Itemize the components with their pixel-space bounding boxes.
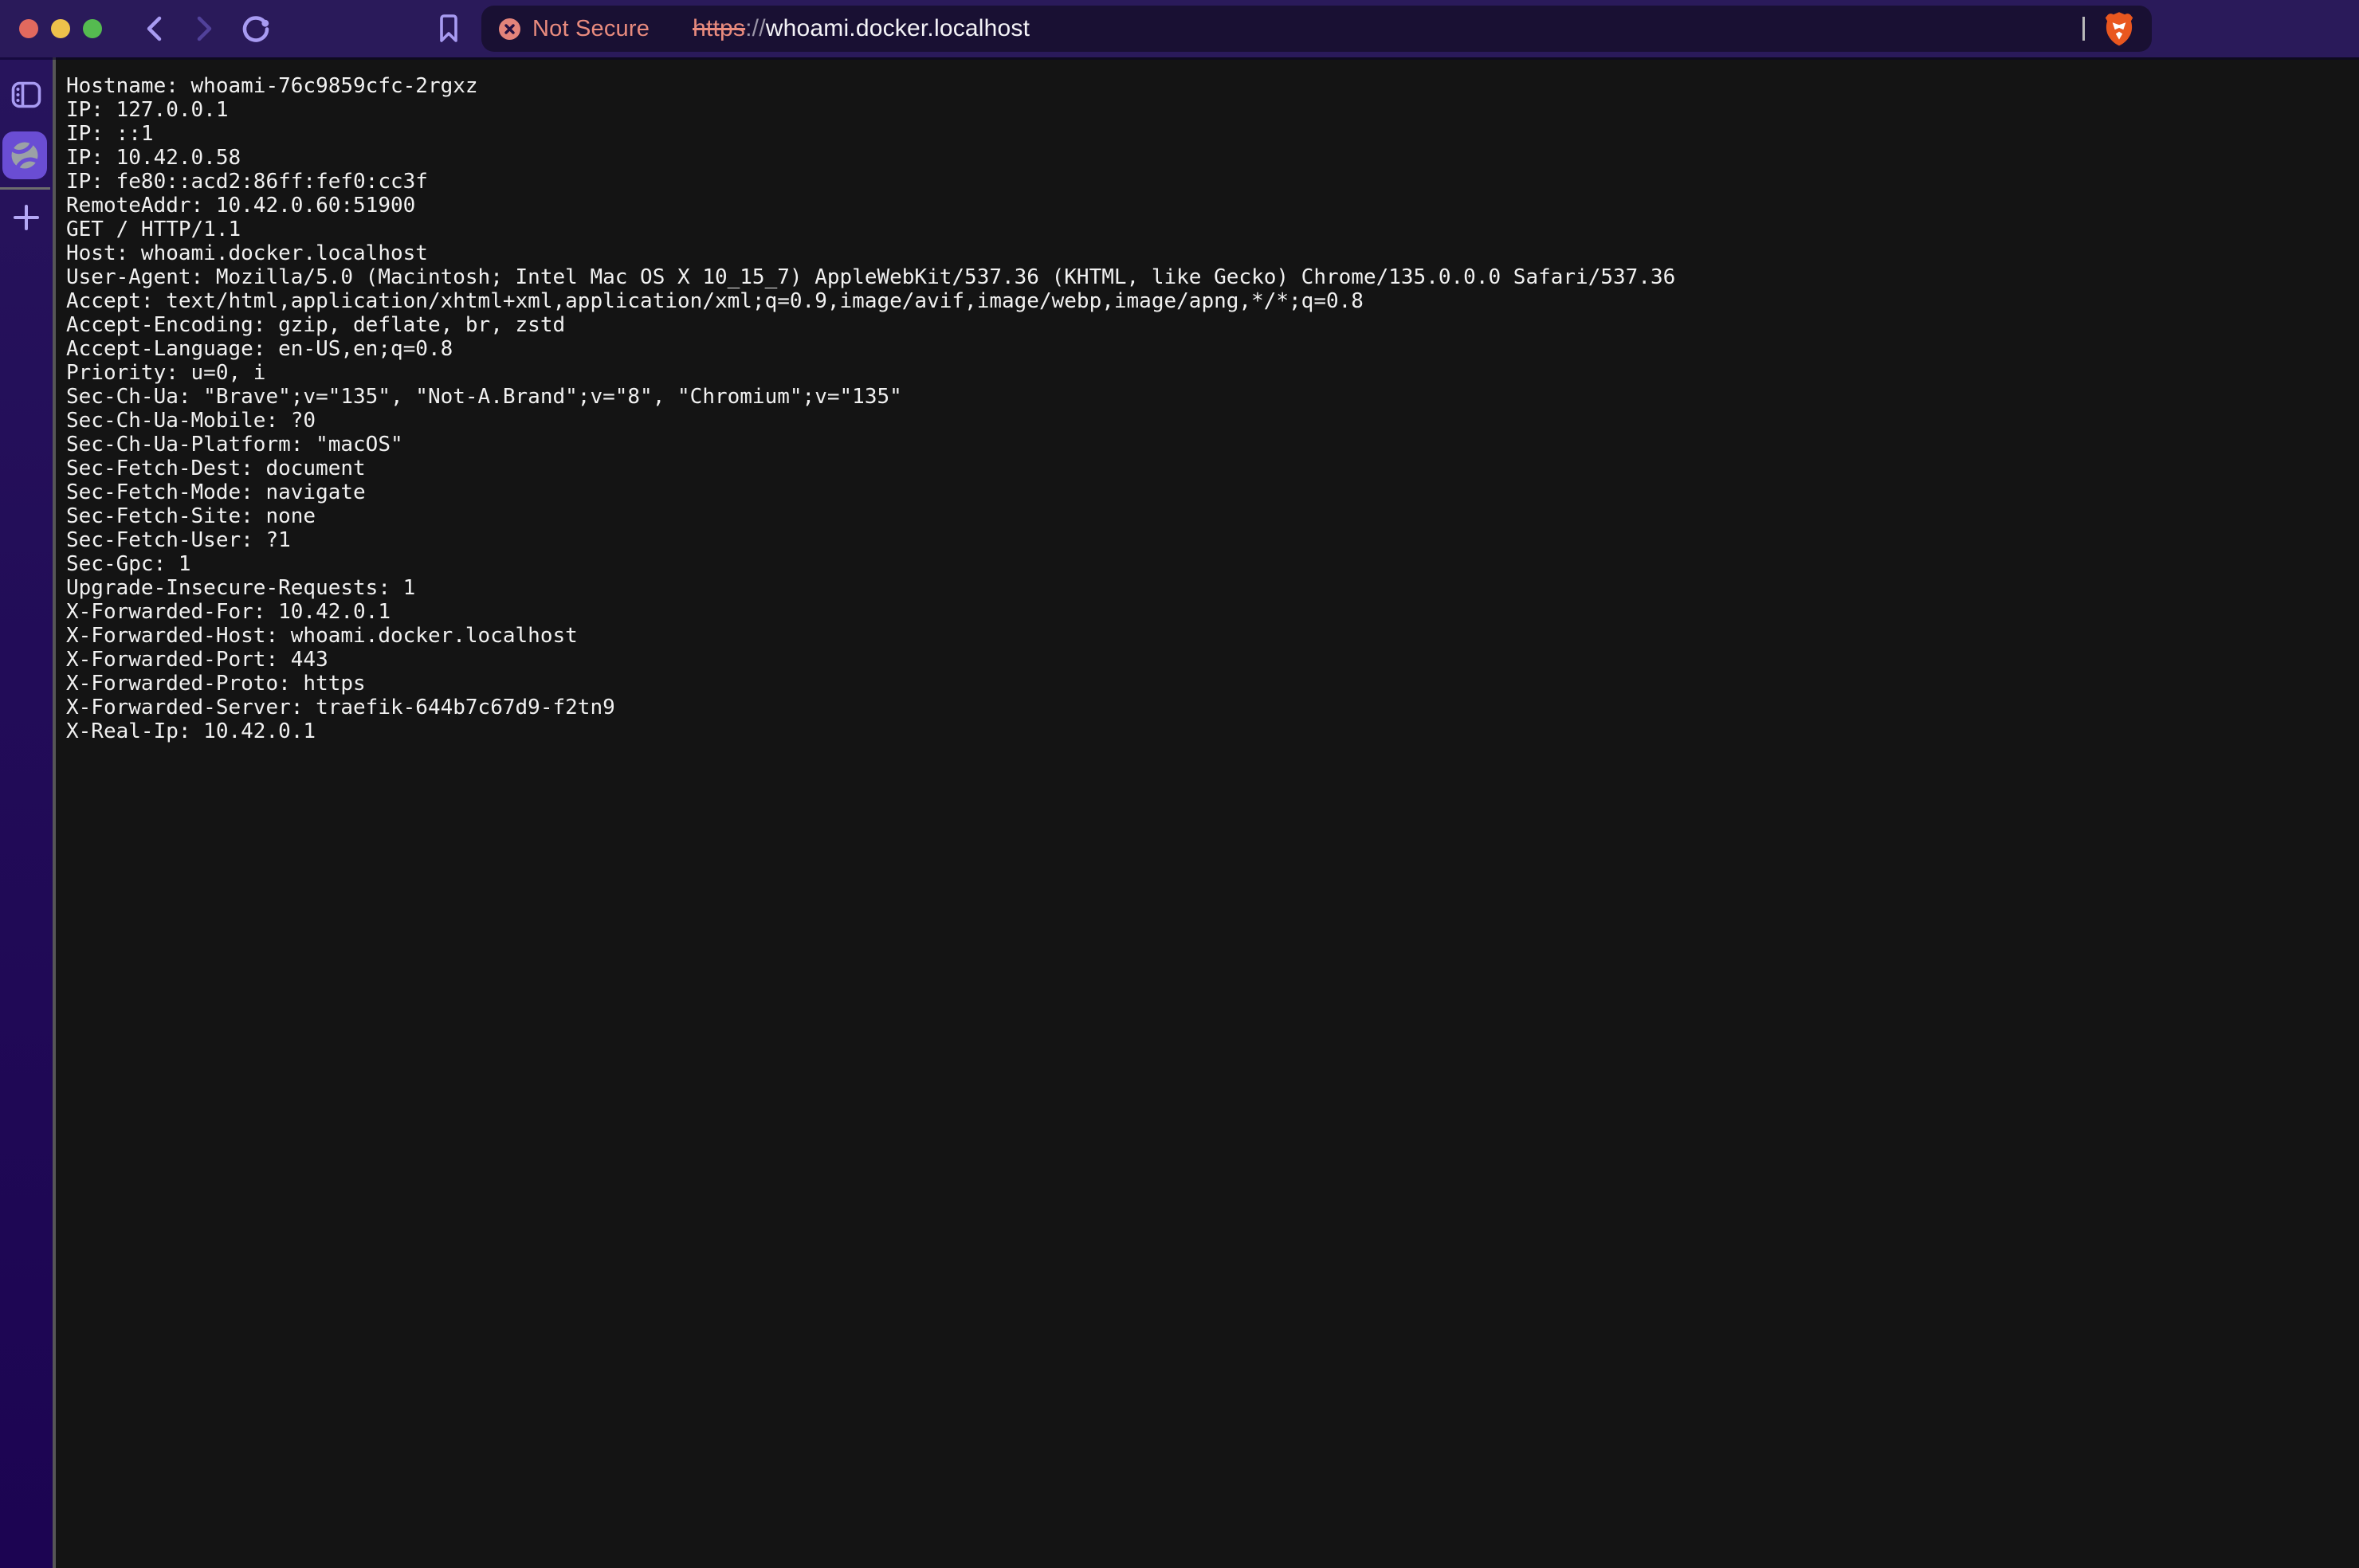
forward-icon [193, 15, 215, 42]
globe-tab-icon [9, 139, 41, 171]
browser-toolbar: Not Secure https://whoami.docker.localho… [0, 0, 2359, 57]
forward-button[interactable] [193, 15, 215, 42]
vertical-tab-sidebar [0, 57, 53, 1568]
window-controls [19, 19, 102, 38]
reload-icon [241, 14, 271, 44]
url-scheme: https [693, 15, 745, 41]
plus-icon [12, 203, 41, 232]
bookmark-icon [438, 14, 459, 43]
whoami-response-text: Hostname: whoami-76c9859cfc-2rgxz IP: 12… [56, 57, 2359, 743]
url-text: https://whoami.docker.localhost [693, 15, 1030, 42]
url-separator: :// [745, 15, 766, 41]
back-button[interactable] [143, 15, 166, 42]
address-bar-separator [2082, 17, 2085, 41]
sidebar-toggle-icon [11, 81, 41, 108]
address-bar[interactable]: Not Secure https://whoami.docker.localho… [481, 6, 2152, 52]
page-content-area: Hostname: whoami-76c9859cfc-2rgxz IP: 12… [53, 57, 2359, 1568]
bookmark-button[interactable] [438, 14, 459, 43]
warning-circle-x-icon [504, 23, 516, 35]
active-tab-whoami[interactable] [2, 131, 47, 179]
not-secure-label: Not Secure [532, 16, 650, 42]
sidebar-divider [0, 187, 50, 190]
window-close-button[interactable] [19, 19, 38, 38]
sidebar-toggle-button[interactable] [11, 81, 41, 112]
address-bar-right-group [2082, 11, 2134, 46]
brave-shields-lion-icon [2104, 11, 2134, 46]
new-tab-button[interactable] [12, 203, 41, 236]
window-minimize-button[interactable] [51, 19, 70, 38]
reload-button[interactable] [241, 14, 271, 44]
back-icon [143, 15, 166, 42]
url-host: whoami.docker.localhost [766, 15, 1030, 41]
brave-shields-button[interactable] [2104, 11, 2134, 46]
window-maximize-button[interactable] [83, 19, 102, 38]
not-secure-warning-chip[interactable] [499, 18, 520, 40]
